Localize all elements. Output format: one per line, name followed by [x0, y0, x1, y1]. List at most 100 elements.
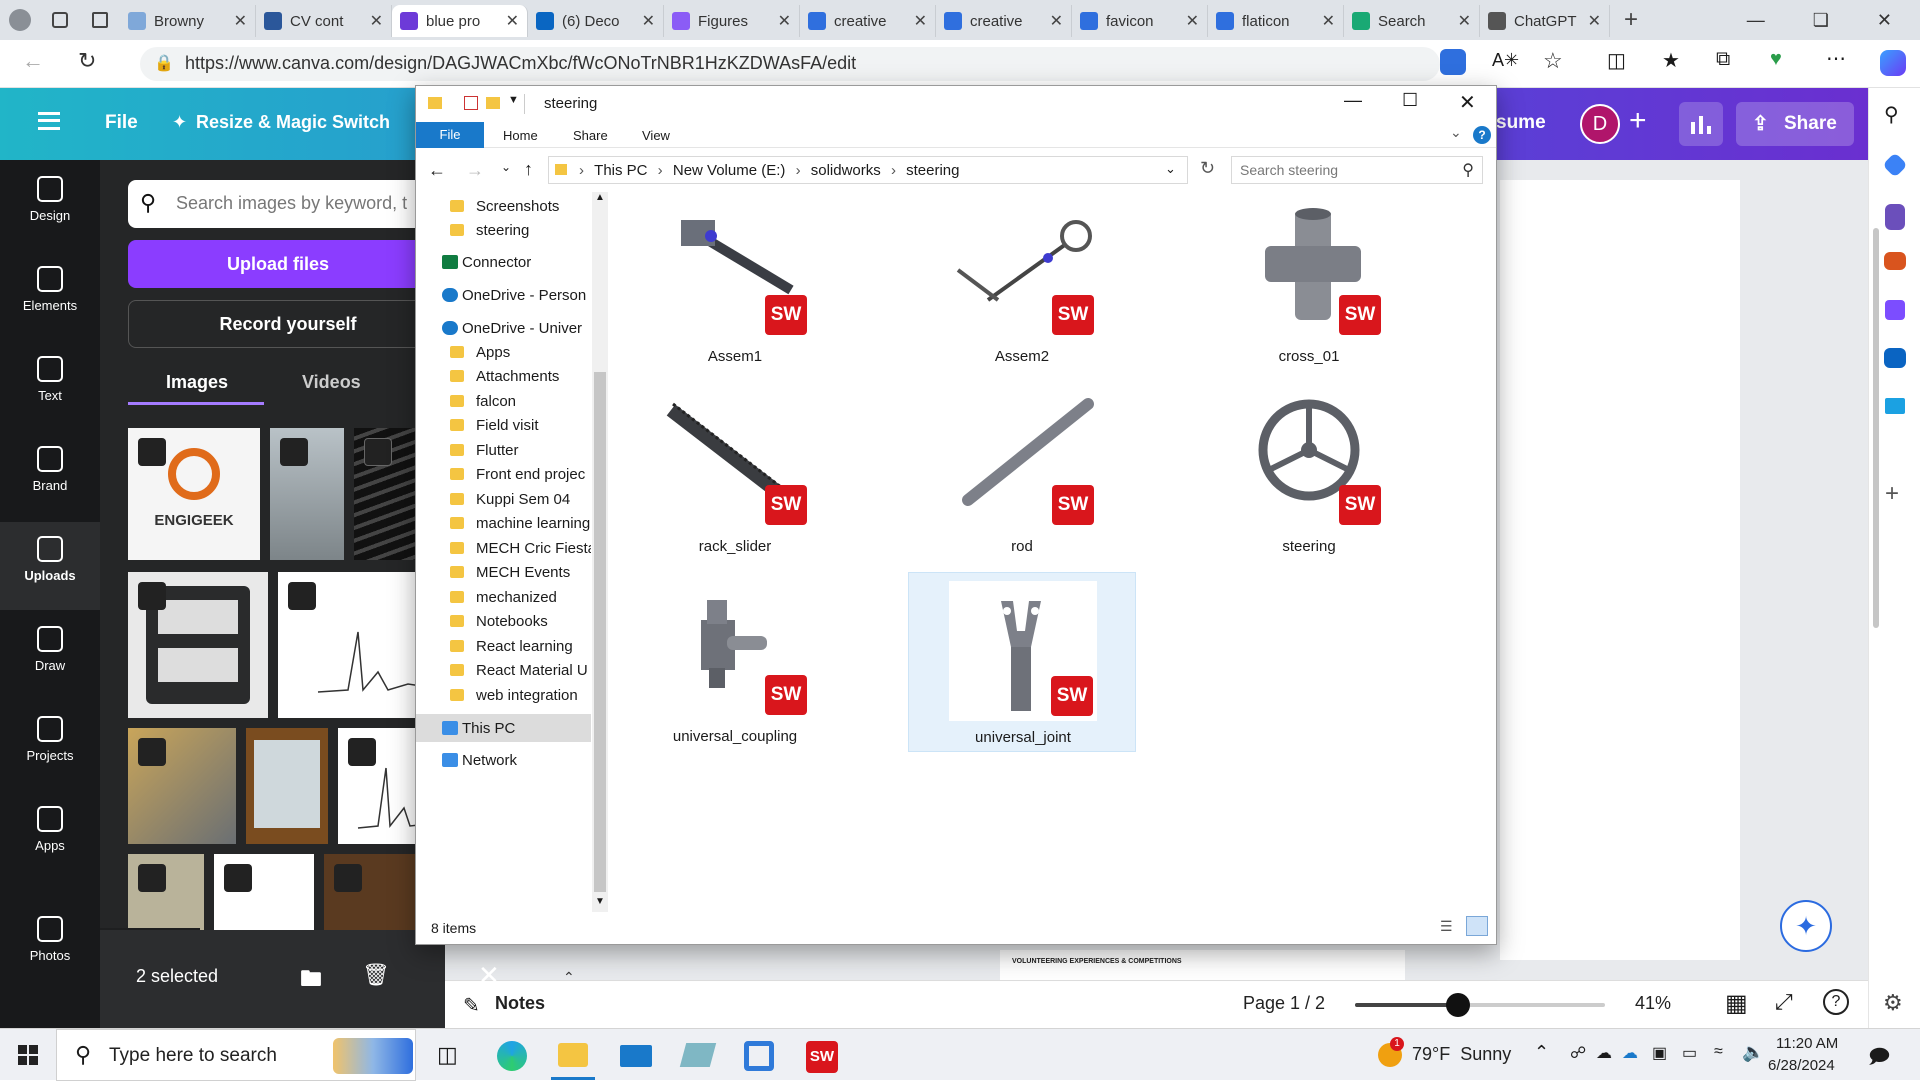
browser-tab[interactable]: favicon ✕	[1072, 5, 1208, 37]
browser-tab[interactable]: creative ✕	[800, 5, 936, 37]
browser-tab[interactable]: Browny ✕	[120, 5, 256, 37]
restore-browser-button[interactable]: ❏	[1813, 10, 1829, 31]
tab-videos[interactable]: Videos	[302, 372, 361, 393]
onedrive-tray-icon[interactable]: ☁	[1622, 1043, 1638, 1063]
image-thumb-device[interactable]	[128, 728, 236, 844]
fullscreen-icon[interactable]: ⤢	[1775, 989, 1793, 1015]
chevron-down-icon[interactable]: ⌄	[1450, 124, 1462, 141]
select-checkbox[interactable]	[224, 864, 252, 892]
image-thumb-scale[interactable]	[270, 428, 344, 560]
ribbon-share-tab[interactable]: Share	[573, 128, 608, 143]
address-dropdown-icon[interactable]: ⌄	[1165, 161, 1176, 177]
extension-icon[interactable]	[1440, 49, 1466, 75]
select-checkbox[interactable]	[280, 438, 308, 466]
nav-item[interactable]: OneDrive - Person	[416, 281, 591, 309]
more-icon[interactable]: ⋯	[1826, 46, 1846, 71]
read-aloud-icon[interactable]: A✳	[1492, 50, 1519, 71]
close-tab-icon[interactable]: ✕	[1588, 11, 1601, 31]
file-item[interactable]: SW cross_01	[1195, 192, 1423, 372]
start-icon[interactable]	[18, 1045, 38, 1065]
search-input[interactable]: Search steering ⚲	[1231, 156, 1483, 184]
new-tab-button[interactable]: +	[1624, 6, 1638, 34]
breadcrumb-separator-icon[interactable]: ›	[881, 162, 906, 179]
nav-item-photos[interactable]: Photos	[0, 902, 100, 990]
breadcrumb-item[interactable]: steering	[906, 162, 959, 179]
clock-time[interactable]: 11:20 AM	[1776, 1035, 1838, 1052]
profile-icon[interactable]	[0, 0, 40, 40]
vscode-app-icon[interactable]	[744, 1041, 774, 1071]
nav-item-projects[interactable]: Projects	[0, 702, 100, 790]
image-thumb-screen[interactable]	[246, 728, 328, 844]
browser-tab[interactable]: blue pro ✕	[392, 5, 528, 37]
add-collaborator-icon[interactable]: +	[1629, 104, 1647, 138]
select-checkbox[interactable]	[138, 438, 166, 466]
file-item[interactable]: SW Assem1	[621, 192, 849, 372]
properties-icon[interactable]	[464, 96, 478, 110]
select-checkbox[interactable]	[138, 864, 166, 892]
image-thumb-5[interactable]	[214, 854, 314, 934]
nav-item-design[interactable]: Design	[0, 162, 100, 250]
select-checkbox[interactable]	[334, 864, 362, 892]
telegram-icon[interactable]	[1885, 398, 1905, 414]
url-field[interactable]: 🔒 https://www.canva.com/design/DAGJWACmX…	[140, 47, 1440, 81]
help-icon[interactable]: ?	[1823, 989, 1849, 1015]
up-arrow-icon[interactable]: ↑	[524, 159, 533, 180]
nav-item[interactable]: Field visit	[416, 411, 591, 439]
zoom-slider[interactable]	[1355, 993, 1605, 1017]
file-item[interactable]: SW steering	[1195, 382, 1423, 562]
record-yourself-button[interactable]: Record yourself	[128, 300, 448, 348]
image-thumb-spectrum-chart[interactable]	[278, 572, 438, 718]
refresh-icon[interactable]: ↻	[1200, 158, 1215, 179]
quick-access-dropdown-icon[interactable]: ▼	[508, 94, 519, 106]
browser-tab[interactable]: (6) Deco ✕	[528, 5, 664, 37]
nav-item[interactable]: steering	[416, 216, 591, 244]
select-checkbox[interactable]	[348, 738, 376, 766]
split-screen-icon[interactable]: ◫	[1607, 48, 1626, 73]
nav-item[interactable]: Attachments	[416, 362, 591, 390]
workspaces-icon[interactable]	[40, 12, 80, 28]
m365-icon[interactable]	[1885, 300, 1905, 320]
notes-button[interactable]: Notes	[495, 993, 545, 1014]
maximize-button[interactable]: ☐	[1402, 90, 1418, 111]
browser-tab[interactable]: CV cont ✕	[256, 5, 392, 37]
file-item[interactable]: SW rod	[908, 382, 1136, 562]
ribbon-home-tab[interactable]: Home	[503, 128, 538, 143]
solidworks-app-icon[interactable]: SW	[806, 1041, 838, 1073]
grid-view-icon[interactable]: ▦	[1725, 989, 1748, 1018]
ribbon-view-tab[interactable]: View	[642, 128, 670, 143]
close-selection-button[interactable]: ✕	[478, 960, 500, 991]
close-tab-icon[interactable]: ✕	[914, 11, 927, 31]
browser-tab[interactable]: creative ✕	[936, 5, 1072, 37]
close-tab-icon[interactable]: ✕	[1458, 11, 1471, 31]
file-explorer-app-icon[interactable]	[558, 1043, 588, 1067]
volume-icon[interactable]: 🔈	[1742, 1042, 1764, 1063]
share-button[interactable]: ⇪ Share	[1736, 102, 1854, 146]
favorite-icon[interactable]: ☆	[1543, 48, 1563, 74]
scroll-down-icon[interactable]: ▼	[595, 896, 605, 907]
nav-item-brand[interactable]: Brand	[0, 432, 100, 520]
recent-locations-icon[interactable]: ⌄	[501, 160, 511, 174]
image-thumb-4[interactable]	[128, 854, 204, 934]
breadcrumb[interactable]: › This PC › New Volume (E:) › solidworks…	[548, 156, 1188, 184]
scroll-up-icon[interactable]: ▲	[595, 192, 605, 203]
nav-item[interactable]: Notebooks	[416, 607, 591, 635]
search-sidebar-icon[interactable]: ⚲	[1884, 102, 1899, 127]
battery-icon[interactable]: ▭	[1682, 1043, 1697, 1063]
close-tab-icon[interactable]: ✕	[506, 11, 519, 31]
details-view-icon[interactable]: ☰	[1440, 918, 1453, 935]
close-browser-button[interactable]: ✕	[1877, 10, 1892, 31]
upload-files-button[interactable]: Upload files	[128, 240, 428, 288]
back-arrow-icon[interactable]: ←	[428, 160, 446, 181]
design-page[interactable]	[1500, 180, 1740, 960]
select-checkbox[interactable]	[364, 438, 392, 466]
folder-icon[interactable]: 🖿	[300, 962, 322, 1000]
edge-app-icon[interactable]	[497, 1041, 527, 1071]
minimize-button[interactable]: —	[1344, 90, 1362, 111]
close-tab-icon[interactable]: ✕	[1322, 11, 1335, 31]
app-icon[interactable]	[679, 1043, 717, 1067]
breadcrumb-item[interactable]: solidworks	[811, 162, 881, 179]
nav-item-apps[interactable]: Apps	[0, 792, 100, 880]
select-checkbox[interactable]	[288, 582, 316, 610]
breadcrumb-item[interactable]: This PC	[594, 162, 647, 179]
help-icon[interactable]: ?	[1473, 126, 1491, 144]
